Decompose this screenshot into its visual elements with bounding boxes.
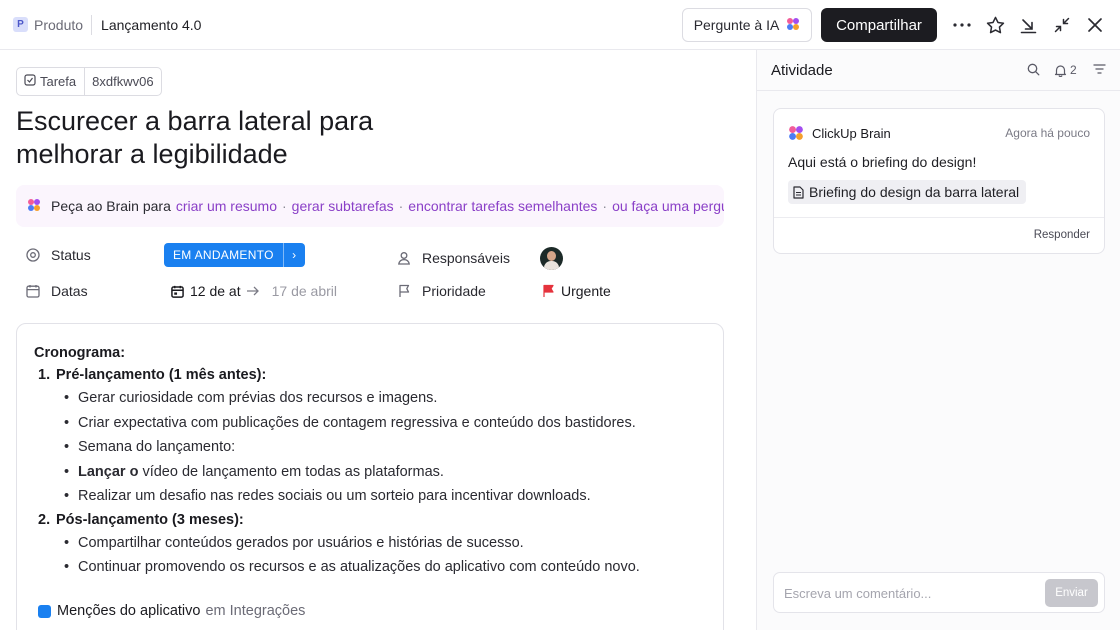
brain-link-ask-question[interactable]: ou faça uma pergunta	[612, 198, 724, 214]
list-item: • Continuar promovendo os recursos e as a…	[64, 559, 640, 575]
task-type-label: Tarefa	[40, 74, 77, 89]
task-main-panel: Tarefa 8xdfkwv06 Escurecer a barra later…	[0, 50, 756, 630]
app-mention[interactable]: Menções do aplicativo em Integrações	[38, 603, 305, 619]
activity-title: Atividade	[771, 62, 833, 79]
notification-count: 2	[1070, 63, 1077, 77]
divider	[774, 217, 1104, 218]
brain-suggestions-bar: Peça ao Brain para criar um resumo · ger…	[16, 185, 724, 227]
activity-header: Atividade 2	[757, 50, 1120, 91]
urgent-flag-icon	[542, 284, 555, 298]
list-item: 1. Pré-lançamento (1 mês antes):	[38, 367, 267, 383]
comment-author: ClickUp Brain	[812, 126, 891, 141]
dates-field: Datas	[25, 283, 88, 299]
brain-prefix: Peça ao Brain para	[51, 198, 171, 214]
brain-link-summary[interactable]: criar um resumo	[176, 198, 277, 214]
brain-icon	[786, 17, 800, 34]
document-icon	[793, 185, 804, 199]
task-meta-chips: Tarefa 8xdfkwv06	[16, 67, 162, 96]
user-icon	[396, 250, 412, 266]
list-item: 2. Pós-lançamento (3 meses):	[38, 511, 244, 528]
mention-location: em Integrações	[205, 603, 306, 619]
more-icon[interactable]	[950, 13, 974, 37]
comment-text: Aqui está o briefing do design!	[788, 154, 977, 170]
arrow-right-icon	[246, 286, 260, 296]
status-label: Status	[51, 247, 91, 263]
comment-input[interactable]	[784, 583, 1034, 603]
priority-value-label: Urgente	[561, 283, 611, 299]
list-item: • Compartilhar conteúdos gerados por usuá…	[64, 534, 524, 551]
mention-name: Menções do aplicativo	[57, 603, 201, 619]
list-item: • Lançar o vídeo de lançamento em todas a…	[64, 463, 444, 480]
filter-icon[interactable]	[1093, 63, 1106, 75]
assignees-field: Responsáveis	[396, 250, 510, 266]
checkbox-icon	[24, 74, 36, 89]
avatar[interactable]	[540, 247, 563, 270]
star-icon[interactable]	[983, 13, 1007, 37]
calendar-icon	[25, 283, 41, 299]
calendar-filled-icon	[171, 285, 184, 298]
flag-icon	[396, 283, 412, 299]
task-id-chip[interactable]: 8xdfkwv06	[85, 74, 160, 89]
notifications-button[interactable]: 2	[1054, 63, 1077, 77]
status-icon	[25, 247, 41, 263]
breadcrumb-list[interactable]: Lançamento 4.0	[101, 17, 201, 33]
minimize-to-tray-icon[interactable]	[1016, 13, 1040, 37]
priority-label: Prioridade	[422, 283, 486, 299]
comment-card: ClickUp Brain Agora há pouco Aqui está o…	[773, 108, 1105, 254]
list-item: • Criar expectativa com publicações de co…	[64, 414, 636, 431]
separator: ·	[602, 198, 608, 214]
send-button[interactable]: Enviar	[1045, 579, 1098, 607]
breadcrumb-divider	[91, 14, 93, 35]
description-heading: Cronograma:	[34, 345, 126, 361]
space-badge[interactable]: P	[13, 17, 28, 32]
reply-button[interactable]: Responder	[1034, 229, 1090, 241]
task-type-chip[interactable]: Tarefa	[17, 68, 86, 95]
date-start[interactable]: 12 de at	[190, 283, 241, 299]
brain-icon	[27, 198, 41, 215]
task-title[interactable]: Escurecer a barra lateral para melhorar …	[16, 105, 476, 171]
separator: ·	[282, 198, 287, 214]
dates-label: Datas	[51, 283, 88, 299]
list-item: • Realizar um desafio nas redes sociais o…	[64, 488, 591, 504]
search-icon[interactable]	[1027, 63, 1040, 76]
status-button[interactable]: EM ANDAMENTO ›	[164, 243, 305, 267]
comment-timestamp: Agora há pouco	[1005, 126, 1090, 140]
chevron-right-icon[interactable]: ›	[282, 243, 305, 267]
breadcrumb-space[interactable]: Produto	[34, 17, 83, 33]
ask-ai-label: Pergunte à IA	[693, 17, 780, 33]
comment-composer: Enviar	[773, 572, 1105, 613]
date-range[interactable]: 12 de at 17 de abril	[171, 283, 337, 299]
task-description[interactable]: Cronograma: 1. Pré-lançamento (1 mês ante…	[16, 323, 724, 630]
bell-icon	[1054, 64, 1067, 77]
brain-link-subtasks[interactable]: gerar subtarefas	[292, 198, 394, 214]
date-end[interactable]: 17 de abril	[272, 283, 337, 299]
separator: ·	[398, 198, 404, 214]
list-item: • Gerar curiosidade com prévias dos recur…	[64, 390, 438, 406]
activity-panel: Atividade 2 ClickUp Brain Agora há pouco…	[756, 50, 1120, 630]
close-icon[interactable]	[1083, 13, 1107, 37]
priority-field: Prioridade	[396, 283, 486, 299]
brain-link-similar-tasks[interactable]: encontrar tarefas semelhantes	[408, 198, 597, 214]
ask-ai-button[interactable]: Pergunte à IA	[682, 8, 812, 42]
share-button[interactable]: Compartilhar	[821, 8, 937, 42]
doc-title: Briefing do design da barra lateral	[809, 184, 1020, 200]
status-value: EM ANDAMENTO	[173, 248, 274, 262]
priority-value[interactable]: Urgente	[542, 283, 611, 299]
list-item: • Semana do lançamento:	[64, 439, 236, 455]
brain-icon	[788, 125, 804, 144]
integration-icon	[38, 604, 51, 618]
collapse-icon[interactable]	[1050, 13, 1074, 37]
status-field: Status	[25, 247, 91, 263]
assignees-label: Responsáveis	[422, 250, 510, 266]
breadcrumb: P Produto Lançamento 4.0	[13, 14, 201, 35]
doc-attachment[interactable]: Briefing do design da barra lateral	[788, 180, 1027, 204]
